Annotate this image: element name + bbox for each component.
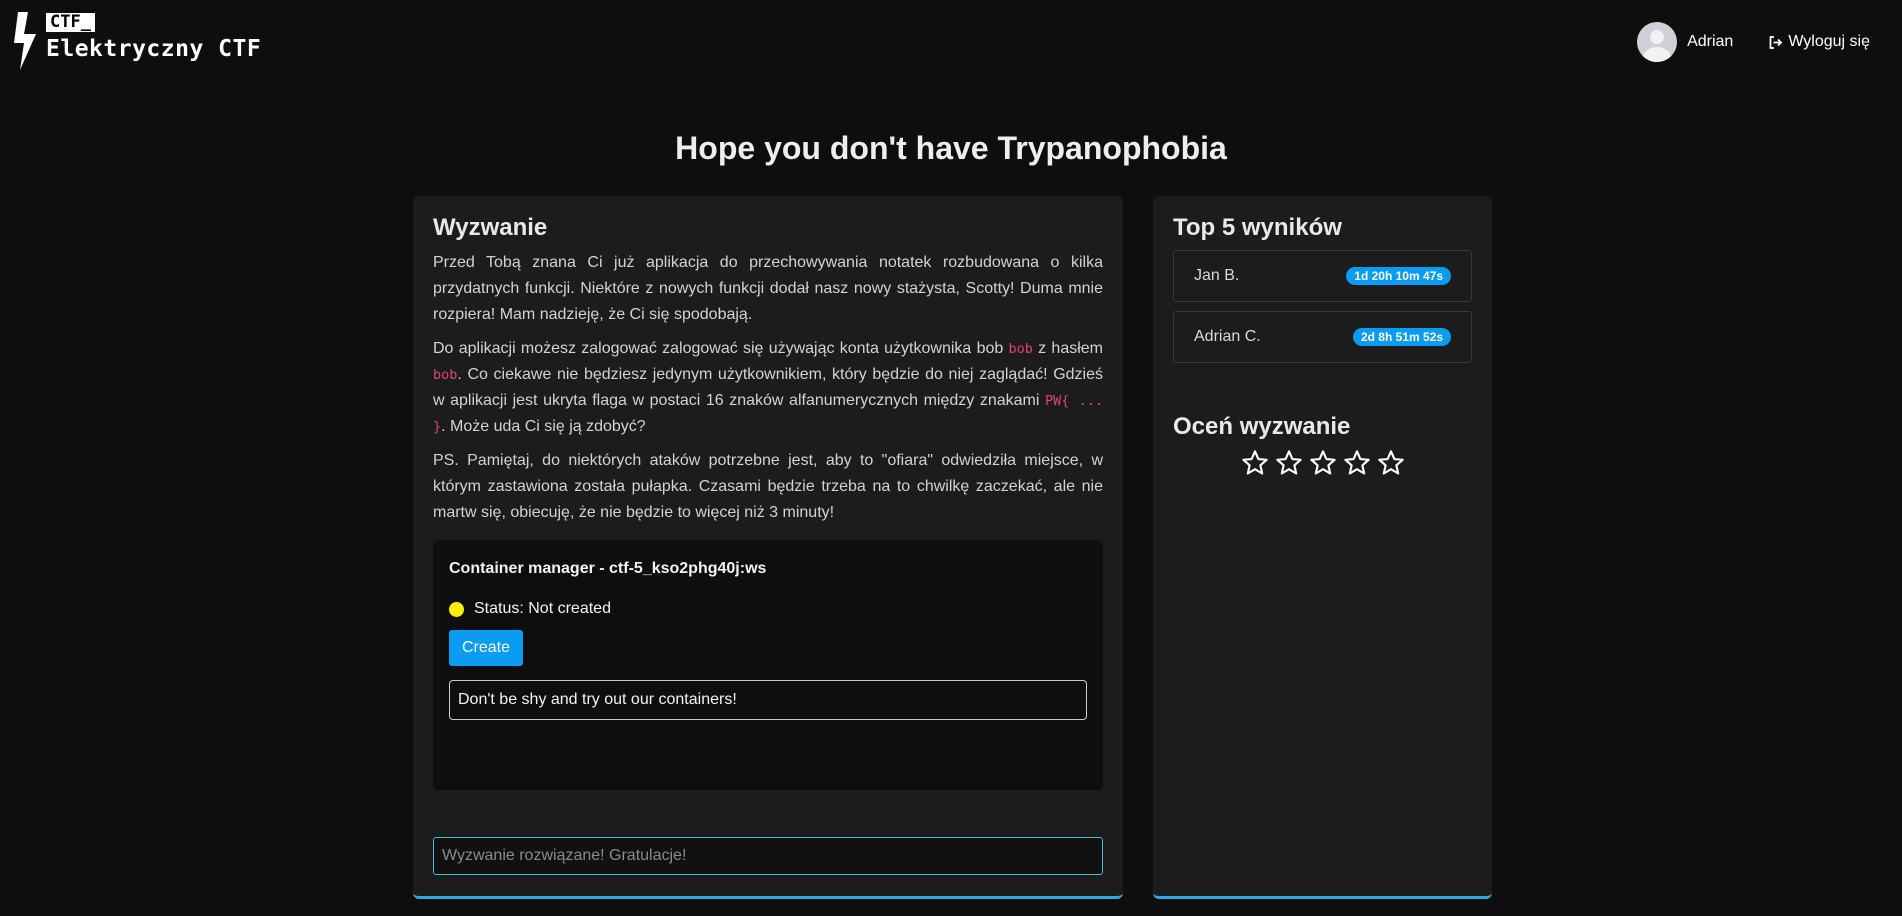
logout-button[interactable]: Wyloguj się bbox=[1769, 33, 1870, 51]
score-list: Jan B. 1d 20h 10m 47s Adrian C. 2d 8h 51… bbox=[1173, 250, 1472, 363]
user-area: Adrian Wyloguj się bbox=[1637, 22, 1870, 62]
star-icon[interactable] bbox=[1275, 449, 1303, 477]
logout-label: Wyloguj się bbox=[1788, 33, 1870, 50]
score-time-badge: 1d 20h 10m 47s bbox=[1346, 267, 1451, 285]
container-message: Don't be shy and try out our containers! bbox=[449, 680, 1087, 720]
star-icon[interactable] bbox=[1241, 449, 1269, 477]
score-item: Jan B. 1d 20h 10m 47s bbox=[1173, 250, 1472, 302]
description-paragraph-1: Przed Tobą znana Ci już aplikacja do prz… bbox=[433, 254, 1103, 323]
status-indicator-icon bbox=[449, 601, 464, 617]
star-icon[interactable] bbox=[1377, 449, 1405, 477]
top-scores-heading: Top 5 wyników bbox=[1173, 214, 1342, 241]
rating-heading: Oceń wyzwanie bbox=[1173, 413, 1351, 440]
description-paragraph-3: PS. Pamiętaj, do niektórych ataków potrz… bbox=[433, 452, 1103, 521]
star-icon[interactable] bbox=[1343, 449, 1371, 477]
score-name: Adrian C. bbox=[1194, 328, 1261, 345]
container-title: Container manager - ctf-5_kso2phg40j:ws bbox=[449, 560, 767, 577]
logo-text: CTF_ Elektryczny CTF bbox=[46, 10, 261, 62]
inline-code-username: bob bbox=[1008, 341, 1033, 357]
inline-code-password: bob bbox=[433, 367, 458, 383]
star-icon[interactable] bbox=[1309, 449, 1337, 477]
lightning-bolt-icon bbox=[14, 12, 36, 70]
container-status: Status: Not created bbox=[449, 600, 1087, 618]
score-item: Adrian C. 2d 8h 51m 52s bbox=[1173, 311, 1472, 363]
score-name: Jan B. bbox=[1194, 267, 1240, 284]
logo-tag: CTF_ bbox=[46, 13, 95, 32]
user-name[interactable]: Adrian bbox=[1687, 33, 1733, 51]
page-title: Hope you don't have Trypanophobia bbox=[675, 130, 1227, 166]
rating-stars bbox=[1173, 449, 1472, 477]
challenge-heading: Wyzwanie bbox=[433, 214, 548, 241]
create-button[interactable]: Create bbox=[449, 630, 524, 666]
challenge-panel: Wyzwanie Przed Tobą znana Ci już aplikac… bbox=[413, 196, 1123, 899]
side-panel: Top 5 wyników Jan B. 1d 20h 10m 47s Adri… bbox=[1153, 196, 1492, 899]
description-paragraph-2: Do aplikacji możesz zalogować zalogować … bbox=[433, 340, 1103, 435]
score-time-badge: 2d 8h 51m 52s bbox=[1352, 328, 1451, 346]
logo-name: Elektryczny CTF bbox=[46, 36, 262, 62]
site-logo[interactable]: CTF_ Elektryczny CTF bbox=[14, 10, 274, 72]
status-text: Status: Not created bbox=[474, 600, 611, 617]
challenge-description: Przed Tobą znana Ci już aplikacja do prz… bbox=[433, 250, 1103, 526]
sign-out-icon bbox=[1769, 35, 1783, 49]
container-manager: Container manager - ctf-5_kso2phg40j:ws … bbox=[433, 540, 1103, 790]
avatar[interactable] bbox=[1637, 22, 1678, 62]
flag-input[interactable] bbox=[433, 837, 1103, 875]
